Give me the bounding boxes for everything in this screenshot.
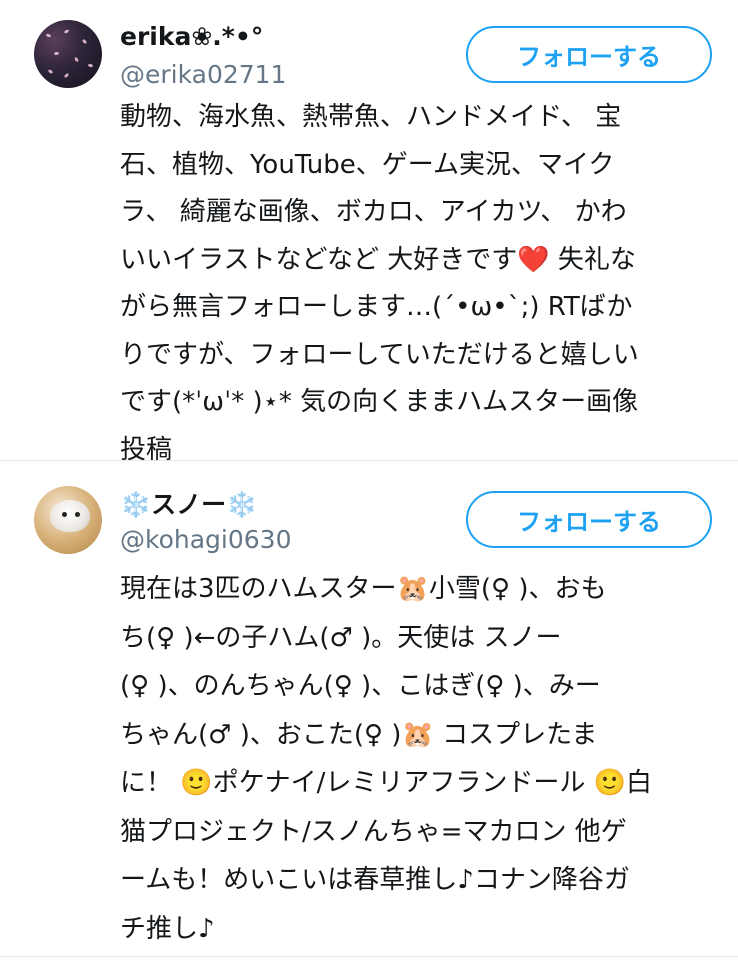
user-card[interactable]: erika❀.*•° @erika02711 フォローする 動物、海水魚、熱帯魚…	[0, 0, 738, 465]
avatar[interactable]	[34, 20, 102, 88]
user-bio: 現在は3匹のハムスター🐹小雪(♀ )、おも ち(♀ )←の子ハム(♂ )。天使は…	[120, 574, 653, 944]
divider	[0, 956, 738, 957]
hamster-icon	[50, 500, 90, 532]
user-handle[interactable]: @kohagi0630	[120, 525, 291, 554]
display-name[interactable]: erika❀.*•°	[120, 22, 263, 51]
display-name[interactable]: ❄️スノー❄️	[120, 485, 257, 521]
user-handle[interactable]: @erika02711	[120, 60, 287, 89]
follow-button[interactable]: フォローする	[466, 491, 712, 548]
avatar[interactable]	[34, 486, 102, 554]
user-bio: 動物、海水魚、熱帯魚、ハンドメイド、 宝 石、植物、YouTube、ゲーム実況、…	[120, 102, 639, 465]
follow-button[interactable]: フォローする	[466, 26, 712, 83]
